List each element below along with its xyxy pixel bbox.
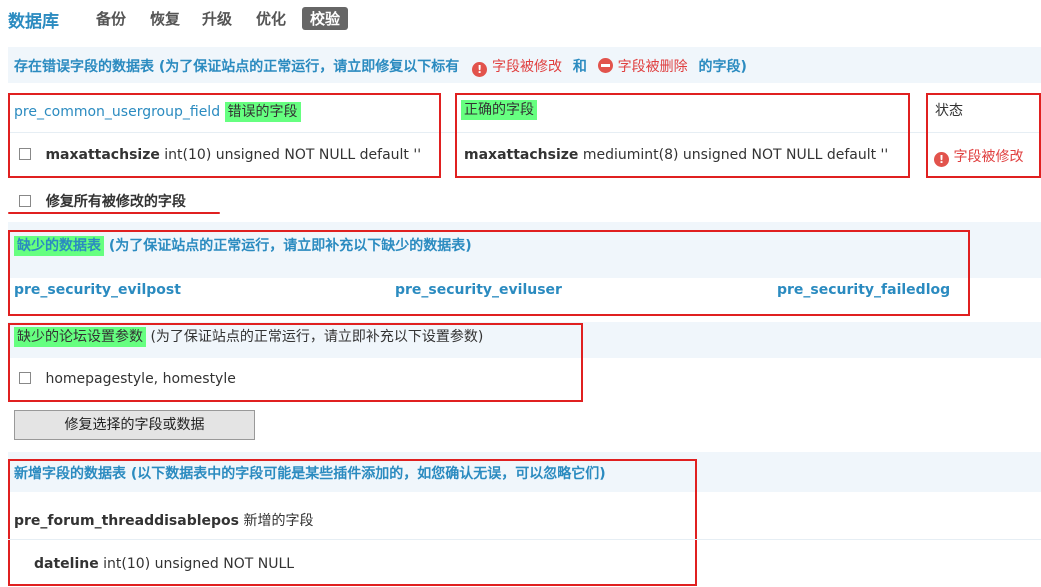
status-value: 字段被修改 — [953, 149, 1024, 165]
repair-button[interactable]: 修复选择的字段或数据 — [14, 410, 255, 440]
divider — [8, 539, 1041, 540]
fix-all-label: 修复所有被修改的字段 — [45, 194, 186, 210]
tag-deleted: 字段被删除 — [617, 59, 688, 75]
wrong-field-def: int(10) unsigned NOT NULL default '' — [164, 147, 422, 163]
new-field-row: dateline int(10) unsigned NOT NULL — [34, 556, 294, 572]
tag-modified: 字段被修改 — [492, 59, 563, 75]
missing-table-item: pre_security_evilpost — [14, 282, 181, 298]
errors-header: 存在错误字段的数据表 (为了保证站点的正常运行，请立即修复以下标有 ! 字段被修… — [14, 56, 747, 77]
warning-icon: ! — [934, 152, 949, 167]
correct-field-row: maxattachsize mediumint(8) unsigned NOT … — [464, 147, 888, 163]
tab-check[interactable]: 校验 — [302, 7, 349, 30]
missing-settings-title: 缺少的论坛设置参数 — [14, 327, 146, 347]
missing-table-item: pre_security_eviluser — [395, 282, 562, 298]
new-field-name: dateline — [34, 556, 99, 572]
underline-annotation — [8, 212, 220, 214]
error-table-header: pre_common_usergroup_field 错误的字段 — [14, 101, 301, 122]
warning-icon: ! — [472, 62, 488, 77]
correct-field-label: 正确的字段 — [461, 100, 537, 120]
correct-field-header: 正确的字段 — [461, 99, 537, 120]
correct-field-def: mediumint(8) unsigned NOT NULL default '… — [582, 147, 889, 163]
new-field-table-row: pre_forum_threaddisablepos 新增的字段 — [14, 510, 313, 530]
error-table-name: pre_common_usergroup_field — [14, 104, 221, 120]
missing-settings-value: homepagestyle, homestyle — [45, 371, 236, 387]
new-fields-header: 新增字段的数据表 (以下数据表中的字段可能是某些插件添加的，如您确认无误，可以忽… — [14, 466, 606, 482]
missing-tables-note: (为了保证站点的正常运行，请立即补充以下缺少的数据表) — [108, 238, 472, 254]
missing-settings-row: homepagestyle, homestyle — [19, 371, 236, 387]
missing-tables-header: 缺少的数据表 (为了保证站点的正常运行，请立即补充以下缺少的数据表) — [14, 235, 472, 256]
missing-settings-checkbox[interactable] — [19, 372, 31, 384]
page-title: 数据库 — [8, 12, 59, 32]
errors-header-text: 存在错误字段的数据表 (为了保证站点的正常运行，请立即修复以下标有 — [14, 59, 460, 75]
missing-settings-header: 缺少的论坛设置参数 (为了保证站点的正常运行，请立即补充以下设置参数) — [14, 326, 484, 347]
missing-tables-title: 缺少的数据表 — [14, 236, 104, 256]
tab-upgrade[interactable]: 升级 — [202, 8, 232, 29]
status-label: 状态 — [935, 103, 963, 119]
new-field-table-suffix: 新增的字段 — [243, 513, 314, 529]
fix-all-row[interactable]: 修复所有被修改的字段 — [19, 191, 186, 211]
wrong-field-name: maxattachsize — [45, 147, 160, 163]
tab-backup[interactable]: 备份 — [96, 8, 126, 29]
correct-field-name: maxattachsize — [464, 147, 579, 163]
tab-restore[interactable]: 恢复 — [150, 8, 180, 29]
wrong-field-label: 错误的字段 — [224, 102, 301, 122]
missing-settings-note: (为了保证站点的正常运行，请立即补充以下设置参数) — [150, 329, 484, 345]
errors-header-tail: 的字段) — [698, 59, 747, 75]
tab-optimize[interactable]: 优化 — [256, 8, 286, 29]
new-field-table-name: pre_forum_threaddisablepos — [14, 513, 240, 529]
conjunction: 和 — [572, 59, 587, 75]
new-field-def: int(10) unsigned NOT NULL — [103, 556, 295, 572]
wrong-field-checkbox[interactable] — [19, 148, 31, 160]
delete-icon — [597, 58, 613, 73]
fix-all-checkbox[interactable] — [19, 195, 31, 207]
wrong-field-row: maxattachsize int(10) unsigned NOT NULL … — [19, 147, 421, 163]
status-value-row: ! 字段被修改 — [934, 146, 1023, 167]
missing-table-item: pre_security_failedlog — [777, 282, 951, 298]
